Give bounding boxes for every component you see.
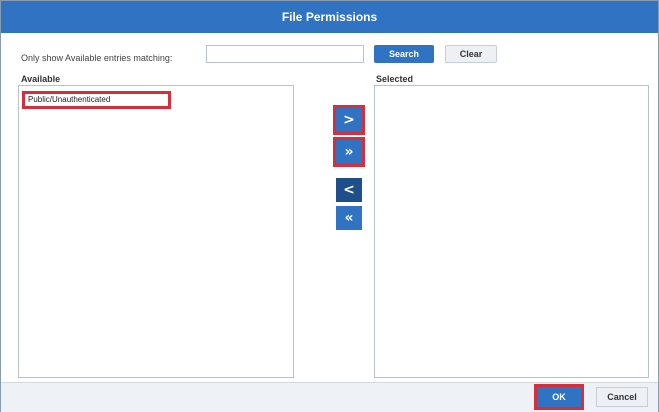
cancel-button[interactable]: Cancel	[596, 387, 648, 407]
filter-input[interactable]	[206, 45, 364, 63]
selected-list[interactable]	[374, 85, 649, 378]
selected-label: Selected	[376, 74, 414, 84]
available-list[interactable]: Public/Unauthenticated	[18, 85, 294, 378]
dialog-title: File Permissions	[1, 1, 658, 33]
move-right-button[interactable]: >	[336, 108, 362, 132]
move-all-right-button[interactable]: »	[336, 140, 362, 164]
search-button[interactable]: Search	[374, 45, 434, 63]
move-all-left-button[interactable]: «	[336, 206, 362, 230]
available-item-public-unauthenticated[interactable]: Public/Unauthenticated	[22, 91, 171, 109]
available-label: Available	[21, 74, 61, 84]
clear-button[interactable]: Clear	[445, 45, 497, 63]
file-permissions-dialog: File Permissions Only show Available ent…	[0, 0, 659, 412]
filter-label: Only show Available entries matching:	[21, 53, 173, 63]
move-left-button[interactable]: <	[336, 178, 362, 202]
ok-button[interactable]: OK	[537, 387, 581, 407]
